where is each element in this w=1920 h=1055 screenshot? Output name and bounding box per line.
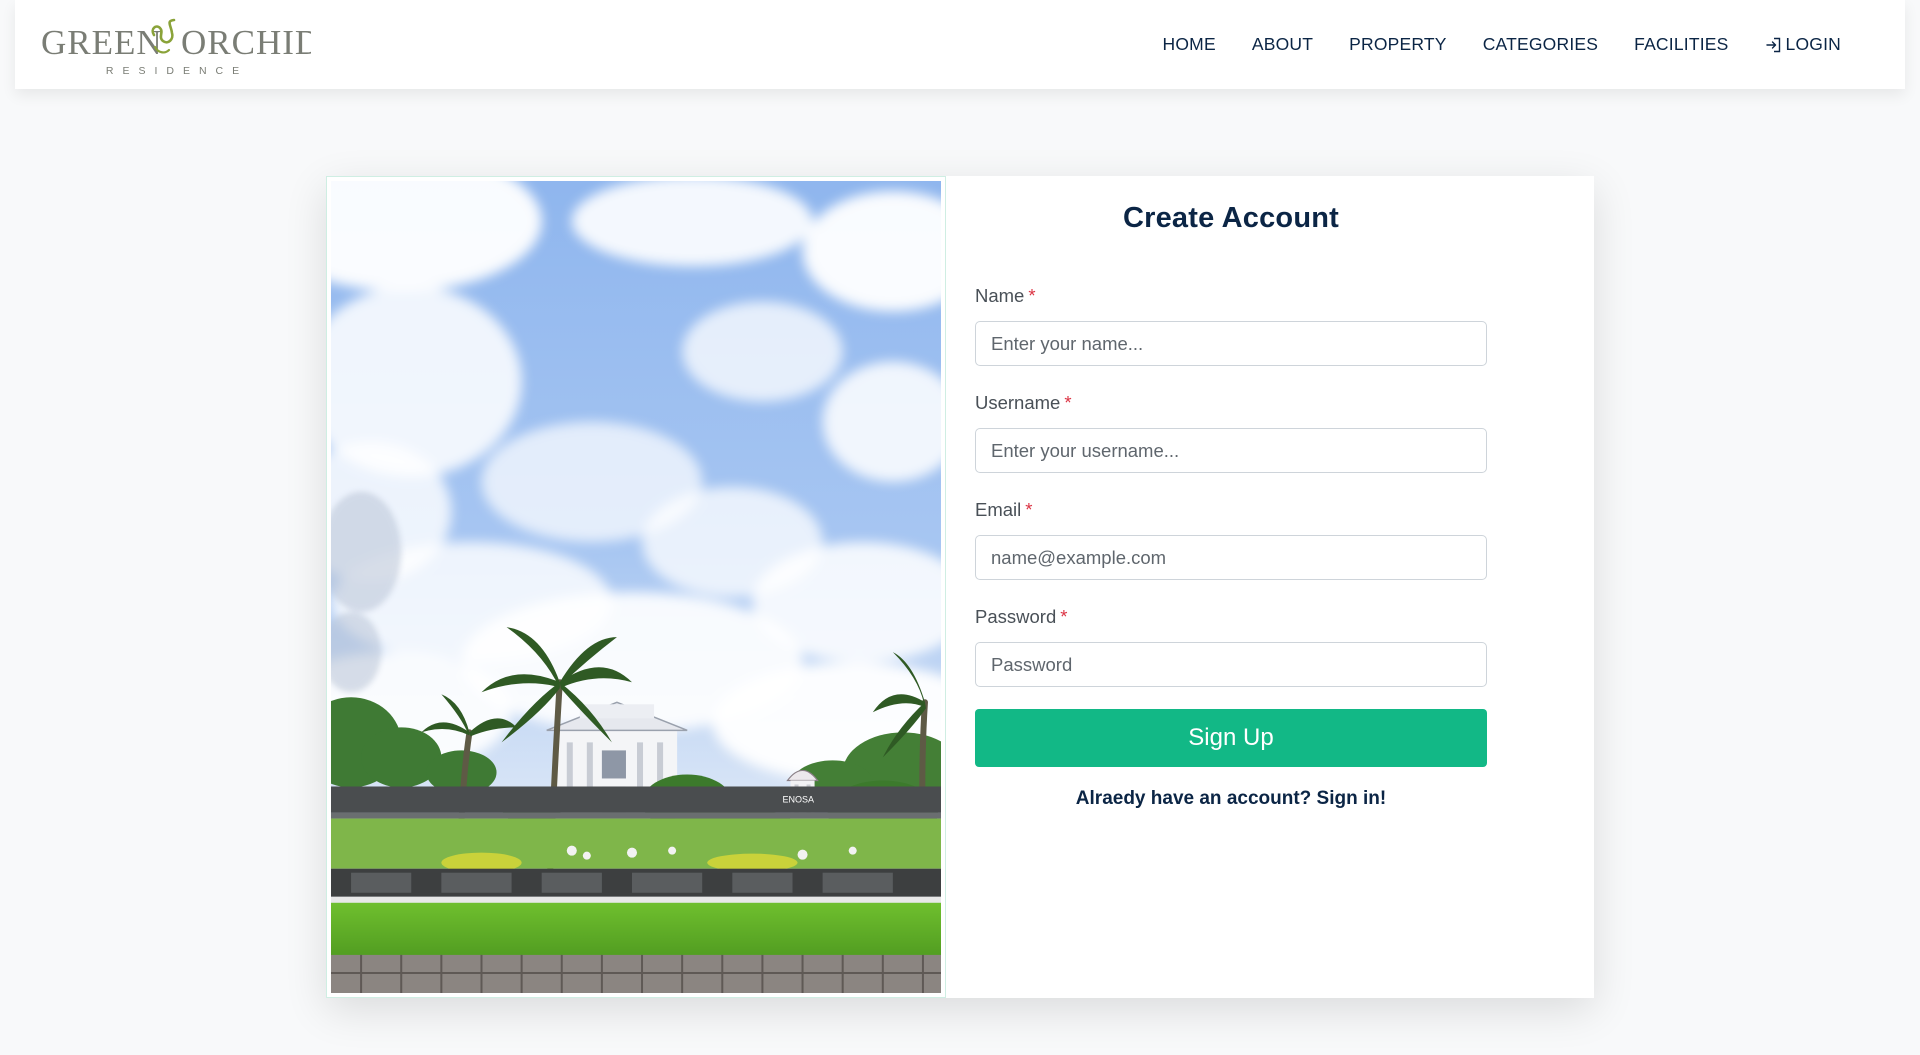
required-marker: * (1028, 285, 1036, 306)
signup-card: ENOSA Create Account Name* Username* Ema… (326, 176, 1594, 998)
login-label: LOGIN (1785, 34, 1841, 54)
password-input[interactable] (975, 642, 1487, 687)
name-group: Name * (975, 285, 1487, 366)
password-label: Password * (975, 606, 1068, 627)
nav-item-about[interactable]: ABOUT (1252, 34, 1313, 55)
required-marker: * (1064, 392, 1072, 413)
email-label: Email * (975, 499, 1033, 520)
signin-link[interactable]: Alraedy have an account? Sign in! (975, 788, 1487, 810)
name-input[interactable] (975, 321, 1487, 366)
required-marker: * (1060, 606, 1068, 627)
nav-menu: HOME ABOUT PROPERTY CATEGORIES FACILITIE… (1163, 34, 1841, 55)
username-input[interactable] (975, 428, 1487, 473)
form-title: Create Account (1122, 202, 1340, 234)
brand-tagline: RESIDENCE (106, 65, 248, 77)
sign-text: ENOSA (782, 795, 814, 805)
brand-name-right: ORCHID (181, 23, 311, 62)
password-group: Password * (975, 606, 1487, 687)
login-icon (1765, 37, 1780, 52)
nav-item-property[interactable]: PROPERTY (1349, 34, 1447, 55)
nav-item-categories[interactable]: CATEGORIES (1483, 34, 1598, 55)
email-group: Email * (975, 499, 1487, 580)
email-input[interactable] (975, 535, 1487, 580)
username-label: Username * (975, 392, 1072, 413)
nav-item-facilities[interactable]: FACILITIES (1634, 34, 1728, 55)
nav-item-login[interactable]: LOGIN (1765, 34, 1841, 55)
brand-logo[interactable]: GREEN ORCHID RESIDENCE (41, 12, 311, 78)
signup-form: Create Account Name* Username* Email* Pa… (946, 176, 1594, 998)
signup-button[interactable]: Sign Up (975, 709, 1487, 767)
top-navbar: GREEN ORCHID RESIDENCE HOME ABOUT PROPER… (15, 0, 1905, 89)
username-group: Username * (975, 392, 1487, 473)
name-label: Name * (975, 285, 1036, 306)
brand-name-left: GREEN (41, 23, 163, 62)
required-marker: * (1025, 499, 1033, 520)
hero-image-frame: ENOSA (326, 176, 946, 998)
nav-item-home[interactable]: HOME (1163, 34, 1216, 55)
green-orchid-logo-icon: GREEN ORCHID RESIDENCE (41, 18, 311, 77)
residence-photo: ENOSA (331, 181, 941, 993)
